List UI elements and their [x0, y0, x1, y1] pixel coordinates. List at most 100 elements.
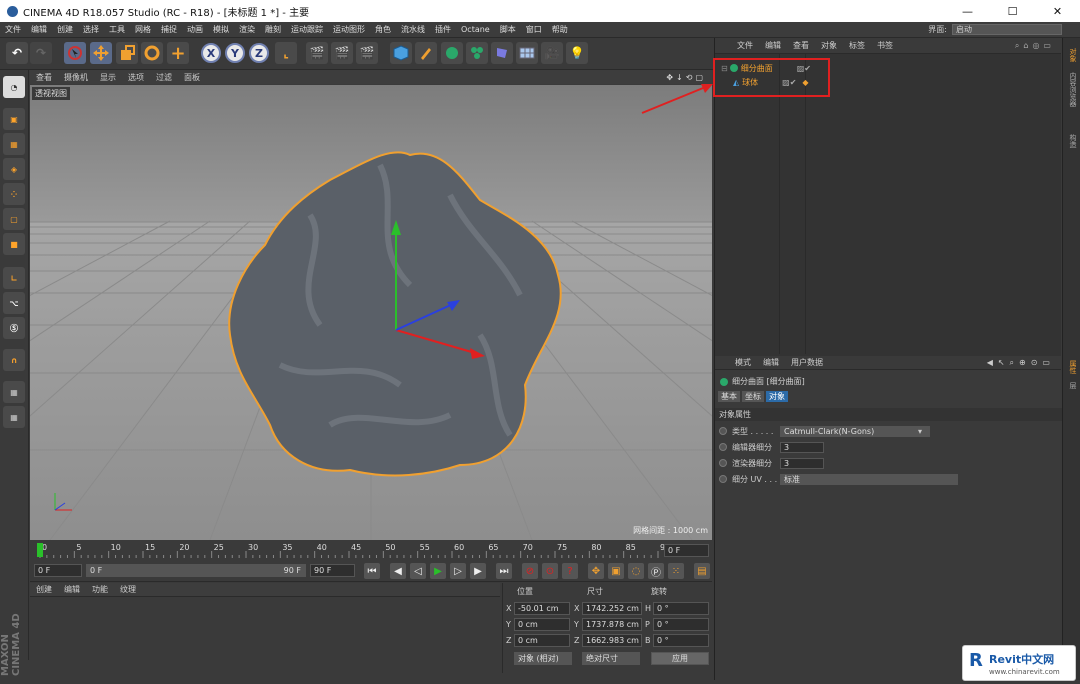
am-menu-mode[interactable]: 模式	[729, 357, 757, 368]
om-menu-file[interactable]: 文件	[731, 40, 759, 51]
material-menu-edit[interactable]: 编辑	[58, 584, 86, 595]
polygons-mode-button[interactable]: ■	[3, 233, 25, 255]
planar-workplane-button[interactable]: ▦	[3, 406, 25, 428]
rotation-h-field[interactable]: 0 °	[653, 602, 709, 615]
keyframe-selection-button[interactable]: ?	[562, 563, 578, 579]
maximize-button[interactable]: ☐	[990, 5, 1035, 18]
render-subdivision-input[interactable]: 3	[780, 457, 824, 469]
workplane-mode-button[interactable]: ◈	[3, 158, 25, 180]
rotation-b-field[interactable]: 0 °	[653, 634, 709, 647]
make-editable-button[interactable]: ◔	[3, 76, 25, 98]
tab-basic[interactable]: 基本	[718, 391, 740, 402]
menu-animate[interactable]: 动画	[182, 24, 208, 35]
viewport-menu-filter[interactable]: 过滤	[150, 72, 178, 83]
render-picture-viewer-button[interactable]: 🎬	[331, 42, 353, 64]
position-z-field[interactable]: 0 cm	[514, 634, 570, 647]
recent-tool-button[interactable]: +	[167, 42, 189, 64]
coordinate-system-button[interactable]: ⌞	[275, 42, 297, 64]
menu-window[interactable]: 窗口	[521, 24, 547, 35]
perspective-viewport[interactable]: 透视视图 网格间距 : 1000 cm	[30, 85, 712, 540]
x-axis-button[interactable]: X	[201, 43, 221, 63]
menu-sculpt[interactable]: 雕刻	[260, 24, 286, 35]
om-menu-objects[interactable]: 对象	[815, 40, 843, 51]
layout-select[interactable]: 启动	[952, 24, 1062, 35]
tab-structure-vertical[interactable]: 构造	[1066, 134, 1078, 148]
goto-start-button[interactable]: ⏮	[364, 563, 380, 579]
end-frame-field[interactable]: 0 F	[664, 544, 709, 557]
axis-mode-button[interactable]: ∟	[3, 267, 25, 289]
subdivide-uv-select[interactable]: 标准	[780, 473, 958, 485]
camera-button[interactable]: 🎥	[541, 42, 563, 64]
key-rotation-button[interactable]: ◌	[628, 563, 644, 579]
rotate-button[interactable]	[141, 42, 163, 64]
key-parameter-button[interactable]: Ⓟ	[648, 563, 664, 579]
end-frame-input[interactable]: 90 F	[310, 564, 355, 577]
material-menu-texture[interactable]: 纹理	[114, 584, 142, 595]
render-settings-button[interactable]: 🎬	[356, 42, 378, 64]
menu-mograph[interactable]: 运动图形	[328, 24, 370, 35]
tab-attributes-vertical[interactable]: 属性	[1066, 360, 1078, 374]
timeline-window-button[interactable]: ▤	[694, 563, 710, 579]
tab-objects-vertical[interactable]: 对象	[1066, 48, 1078, 62]
start-frame-field[interactable]: 0 F	[34, 564, 82, 577]
size-x-field[interactable]: 1742.252 cm	[582, 602, 642, 615]
am-nav-icons[interactable]: ◀↖⌕⊕⊙▭	[981, 358, 1061, 368]
close-button[interactable]: ✕	[1035, 5, 1080, 18]
model-mode-button[interactable]: ▣	[3, 108, 25, 130]
menu-character[interactable]: 角色	[370, 24, 396, 35]
viewport-menu-panel[interactable]: 面板	[178, 72, 206, 83]
edges-mode-button[interactable]: ▢	[3, 208, 25, 230]
menu-pipeline[interactable]: 流水线	[396, 24, 430, 35]
record-button[interactable]: ⊘	[522, 563, 538, 579]
z-axis-button[interactable]: Z	[249, 43, 269, 63]
menu-simulate[interactable]: 模拟	[208, 24, 234, 35]
menu-select[interactable]: 选择	[78, 24, 104, 35]
tab-coord[interactable]: 坐标	[742, 391, 764, 402]
tweak-mode-button[interactable]: ⌥	[3, 292, 25, 314]
om-menu-edit[interactable]: 编辑	[759, 40, 787, 51]
pen-spline-button[interactable]	[415, 42, 437, 64]
minimize-button[interactable]: —	[945, 5, 990, 18]
tab-content-browser-vertical[interactable]: 内容浏览器	[1066, 72, 1078, 107]
light-button[interactable]: 💡	[566, 42, 588, 64]
key-pla-button[interactable]: ⁙	[668, 563, 684, 579]
position-y-field[interactable]: 0 cm	[514, 618, 570, 631]
redo-button[interactable]: ↷	[30, 42, 52, 64]
menu-help[interactable]: 帮助	[547, 24, 573, 35]
size-z-field[interactable]: 1662.983 cm	[582, 634, 642, 647]
om-search-icon[interactable]: ⌕⌂◎▭	[1009, 41, 1061, 51]
points-mode-button[interactable]: ⁘	[3, 183, 25, 205]
animate-radio[interactable]	[719, 459, 727, 467]
menu-edit[interactable]: 编辑	[26, 24, 52, 35]
lock-workplane-button[interactable]: ▦	[3, 381, 25, 403]
menu-render[interactable]: 渲染	[234, 24, 260, 35]
menu-motion-tracking[interactable]: 运动跟踪	[286, 24, 328, 35]
menu-file[interactable]: 文件	[0, 24, 26, 35]
render-view-button[interactable]: 🎬	[306, 42, 328, 64]
menu-octane[interactable]: Octane	[456, 25, 495, 34]
position-x-field[interactable]: -50.01 cm	[514, 602, 570, 615]
timeline-playhead[interactable]	[37, 543, 43, 557]
live-selection-button[interactable]	[64, 42, 86, 64]
prev-key-button[interactable]: ◀	[390, 563, 406, 579]
om-menu-view[interactable]: 查看	[787, 40, 815, 51]
deformer-button[interactable]	[491, 42, 513, 64]
apply-button[interactable]: 应用	[651, 652, 709, 665]
animate-radio[interactable]	[719, 443, 727, 451]
autokey-button[interactable]: ⊙	[542, 563, 558, 579]
goto-end-button[interactable]: ⏭	[496, 563, 512, 579]
editor-subdivision-input[interactable]: 3	[780, 441, 824, 453]
menu-plugins[interactable]: 插件	[430, 24, 456, 35]
move-button[interactable]	[90, 42, 112, 64]
undo-button[interactable]: ↶	[6, 42, 28, 64]
am-menu-edit[interactable]: 编辑	[757, 357, 785, 368]
viewport-menu-options[interactable]: 选项	[122, 72, 150, 83]
menu-create[interactable]: 创建	[52, 24, 78, 35]
animate-radio[interactable]	[719, 475, 727, 483]
om-menu-bookmarks[interactable]: 书签	[871, 40, 899, 51]
magnet-button[interactable]: ∩	[3, 349, 25, 371]
menu-tools[interactable]: 工具	[104, 24, 130, 35]
subdivided-sphere-mesh[interactable]	[228, 151, 562, 477]
prev-frame-button[interactable]: ◁	[410, 563, 426, 579]
play-button[interactable]: ▶	[430, 563, 446, 579]
